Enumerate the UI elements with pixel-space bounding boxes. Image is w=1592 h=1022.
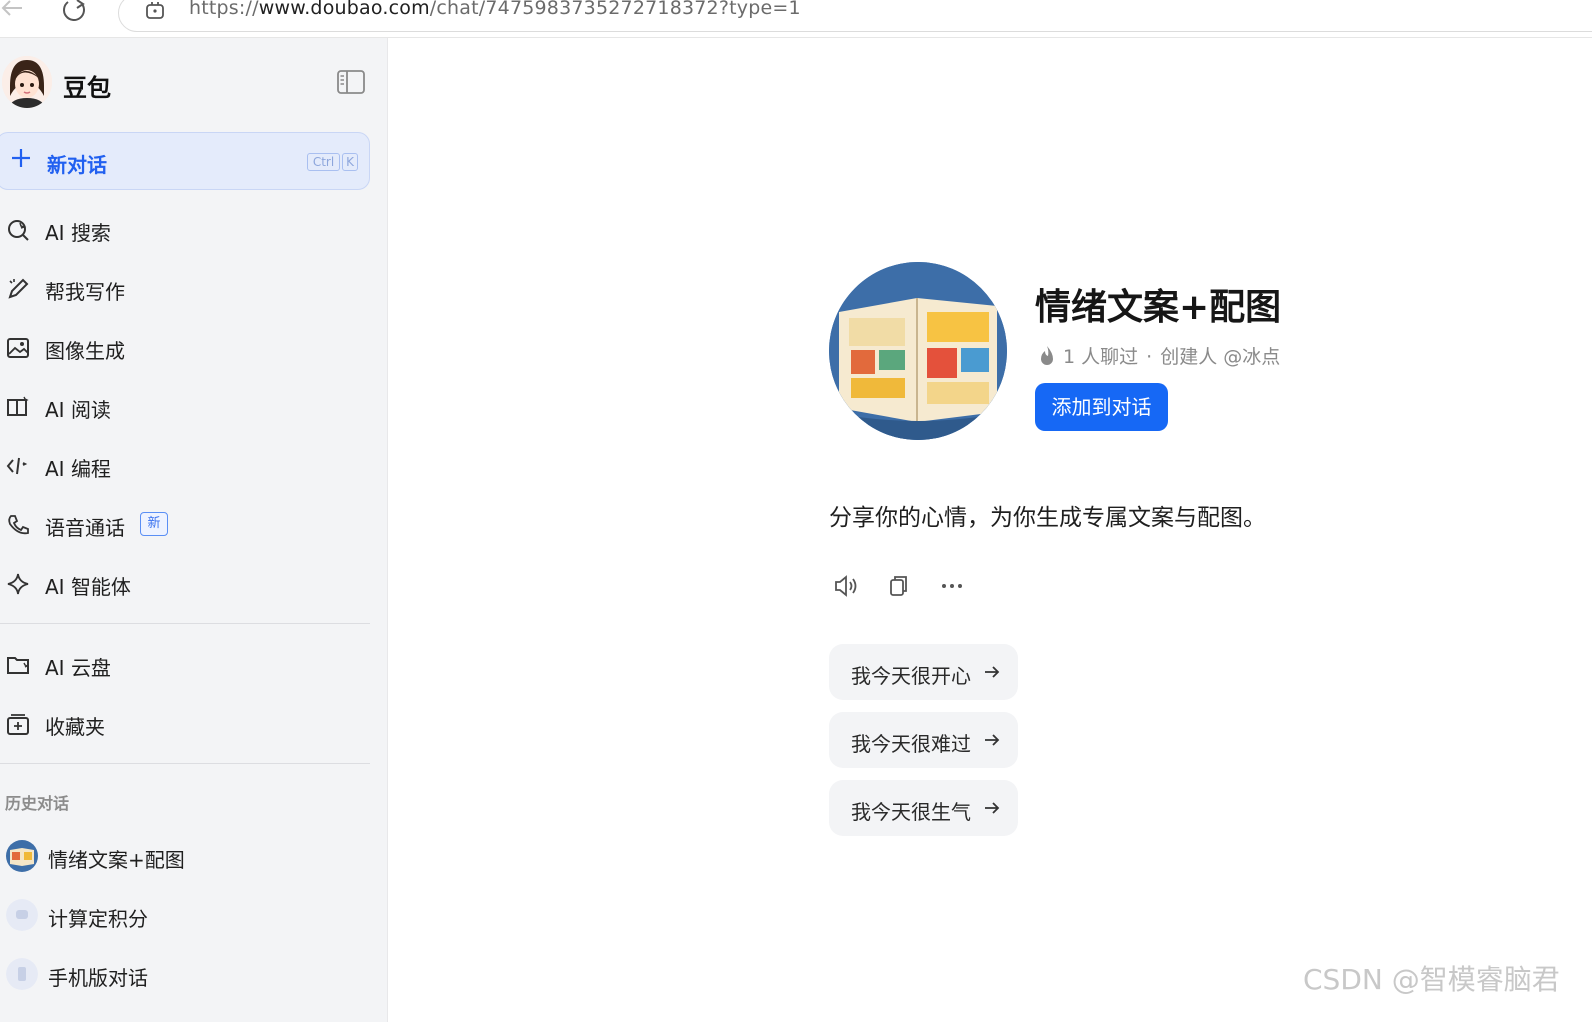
history-item-label: 情绪文案+配图 (48, 848, 185, 872)
sparkle-icon (6, 572, 32, 596)
speaker-icon[interactable] (832, 572, 860, 600)
suggestion-text: 我今天很生气 (851, 800, 971, 824)
sidebar-toggle-icon[interactable] (336, 69, 366, 95)
sidebar-divider (0, 623, 370, 624)
suggestion-chip[interactable]: 我今天很开心 (829, 644, 1018, 700)
browser-toolbar: https://www.doubao.com/chat/747598373527… (0, 0, 1592, 38)
new-badge: 新 (140, 512, 168, 536)
more-options-icon[interactable] (938, 572, 966, 600)
sidebar-item-ai-agent[interactable]: AI 智能体 (0, 564, 370, 604)
sidebar-item-label: AI 编程 (45, 457, 111, 481)
phone-device-icon (6, 958, 38, 990)
fire-icon (1037, 345, 1057, 367)
back-arrow-icon[interactable] (0, 0, 24, 20)
add-to-chat-button[interactable]: 添加到对话 (1035, 383, 1168, 431)
bookmark-icon (6, 712, 32, 736)
url-domain: www.doubao.com (258, 0, 430, 19)
book-icon (6, 395, 32, 419)
sidebar-item-ai-search[interactable]: AI 搜索 (0, 210, 370, 250)
suggestion-chip[interactable]: 我今天很生气 (829, 780, 1018, 836)
sidebar-item-label: 帮我写作 (45, 280, 125, 304)
history-item[interactable]: 计算定积分 (0, 893, 370, 937)
sidebar-item-ai-reading[interactable]: AI 阅读 (0, 387, 370, 427)
folder-icon (6, 653, 32, 677)
sidebar-item-label: 收藏夹 (45, 715, 105, 739)
suggestion-text: 我今天很难过 (851, 732, 971, 756)
bot-meta: 1 人聊过 · 创建人 @冰点 (1037, 342, 1280, 369)
sidebar-item-voice-call[interactable]: 语音通话 新 (0, 505, 370, 545)
history-item-label: 计算定积分 (48, 907, 148, 931)
main-panel: 情绪文案+配图 1 人聊过 · 创建人 @冰点 添加到对话 分享你的心情，为你生成专… (389, 38, 1592, 1022)
bot-avatar (829, 262, 1007, 440)
bot-thumbnail (6, 840, 38, 872)
meta-separator: · (1146, 346, 1153, 368)
brand-avatar[interactable] (2, 56, 52, 108)
sidebar-item-label: AI 搜索 (45, 221, 111, 245)
new-chat-button[interactable]: 新对话 Ctrl K (0, 132, 370, 190)
arrow-right-icon (983, 799, 1001, 817)
brand-name: 豆包 (63, 74, 111, 102)
bot-name: 情绪文案+配图 (1035, 287, 1282, 328)
bot-creator[interactable]: 创建人 @冰点 (1160, 346, 1280, 368)
bot-greeting: 分享你的心情，为你生成专属文案与配图。 (829, 505, 1266, 531)
sidebar-divider (0, 763, 370, 764)
sidebar-item-label: AI 阅读 (45, 398, 111, 422)
code-icon (6, 454, 32, 478)
history-item[interactable]: 情绪文案+配图 (0, 834, 370, 878)
shortcut-ctrl-key: Ctrl (307, 153, 340, 171)
history-item[interactable]: 手机版对话 (0, 952, 370, 996)
pen-icon (6, 277, 32, 301)
sidebar-item-label: 语音通话 (45, 516, 125, 540)
arrow-right-icon (983, 731, 1001, 749)
suggestion-text: 我今天很开心 (851, 664, 971, 688)
chat-bubble-icon (6, 899, 38, 931)
reload-icon[interactable] (60, 0, 88, 22)
url-text[interactable]: https://www.doubao.com/chat/747598373527… (189, 0, 801, 19)
search-icon (6, 218, 32, 242)
history-item-label: 手机版对话 (48, 966, 148, 990)
sidebar-item-label: 图像生成 (45, 339, 125, 363)
watermark: CSDN @智模睿脑君 (1303, 963, 1560, 996)
sidebar-item-writing[interactable]: 帮我写作 (0, 269, 370, 309)
image-icon (6, 336, 32, 360)
site-info-icon[interactable] (144, 0, 166, 20)
sidebar: 豆包 新对话 Ctrl K AI 搜索 帮我写作 图像生成 AI 阅读 AI 编… (0, 38, 388, 1022)
chat-count: 1 人聊过 (1063, 346, 1139, 368)
sidebar-item-ai-cloud[interactable]: AI 云盘 (0, 645, 370, 685)
sidebar-item-label: AI 智能体 (45, 575, 131, 599)
history-title: 历史对话 (5, 794, 70, 813)
copy-icon[interactable] (885, 572, 913, 600)
new-chat-label: 新对话 (47, 153, 107, 177)
arrow-right-icon (983, 663, 1001, 681)
shortcut-k-key: K (342, 153, 358, 171)
phone-icon (6, 513, 32, 537)
sidebar-item-favorites[interactable]: 收藏夹 (0, 704, 370, 744)
suggestion-chip[interactable]: 我今天很难过 (829, 712, 1018, 768)
url-scheme: https:// (189, 0, 259, 19)
sidebar-item-ai-coding[interactable]: AI 编程 (0, 446, 370, 486)
sidebar-item-label: AI 云盘 (45, 656, 111, 680)
url-path: /chat/7475983735272718372?type=1 (429, 0, 801, 19)
plus-icon (9, 146, 33, 170)
sidebar-item-image-gen[interactable]: 图像生成 (0, 328, 370, 368)
